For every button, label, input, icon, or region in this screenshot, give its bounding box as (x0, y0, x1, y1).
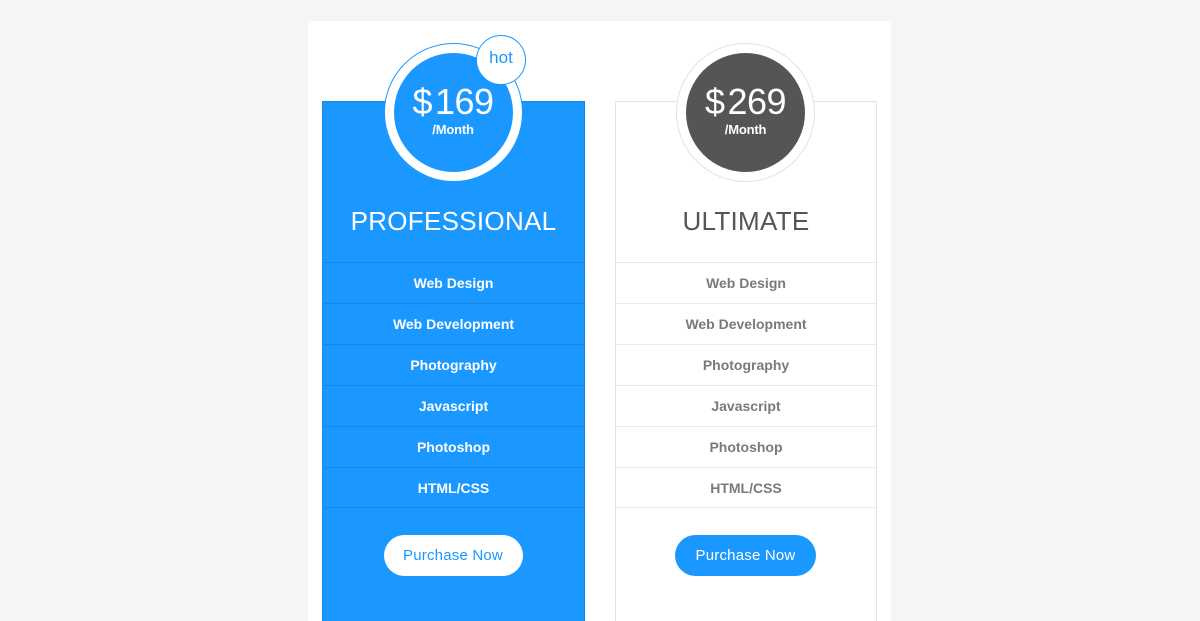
price-amount: $169 (412, 80, 494, 122)
price-value: 169 (434, 80, 494, 122)
pricing-card-ultimate: $269 /Month ULTIMATE Web Design Web Deve… (615, 43, 877, 621)
feature-list: Web Design Web Development Photography J… (616, 262, 876, 508)
plan-name: PROFESSIONAL (350, 206, 557, 236)
currency-symbol: $ (412, 80, 432, 122)
feature-item: Photography (616, 344, 876, 385)
price-ring: $269 /Month (676, 43, 815, 182)
hot-badge: hot (476, 35, 526, 85)
price-amount: $269 (704, 80, 787, 122)
pricing-card-professional: $169 /Month hot PROFESSIONAL Web Design … (322, 35, 585, 621)
feature-item: Photoshop (323, 426, 584, 467)
feature-item: HTML/CSS (616, 467, 876, 508)
currency-symbol: $ (704, 80, 725, 122)
feature-item: Javascript (323, 385, 584, 426)
feature-list: Web Design Web Development Photography J… (323, 262, 584, 508)
pricing-table: $169 /Month hot PROFESSIONAL Web Design … (308, 21, 891, 621)
feature-item: Web Design (323, 262, 584, 303)
feature-item: Web Development (616, 303, 876, 344)
purchase-now-button[interactable]: Purchase Now (383, 535, 523, 576)
price-period: /Month (432, 121, 474, 137)
plan-name: ULTIMATE (682, 206, 810, 236)
price-value: 269 (727, 80, 787, 122)
purchase-now-button[interactable]: Purchase Now (675, 535, 816, 576)
feature-item: Web Design (616, 262, 876, 303)
feature-item: Web Development (323, 303, 584, 344)
price-period: /Month (724, 121, 767, 137)
feature-item: Photography (323, 344, 584, 385)
feature-item: Javascript (616, 385, 876, 426)
feature-item: HTML/CSS (323, 467, 584, 508)
feature-item: Photoshop (616, 426, 876, 467)
price-circle: $269 /Month (686, 53, 805, 172)
